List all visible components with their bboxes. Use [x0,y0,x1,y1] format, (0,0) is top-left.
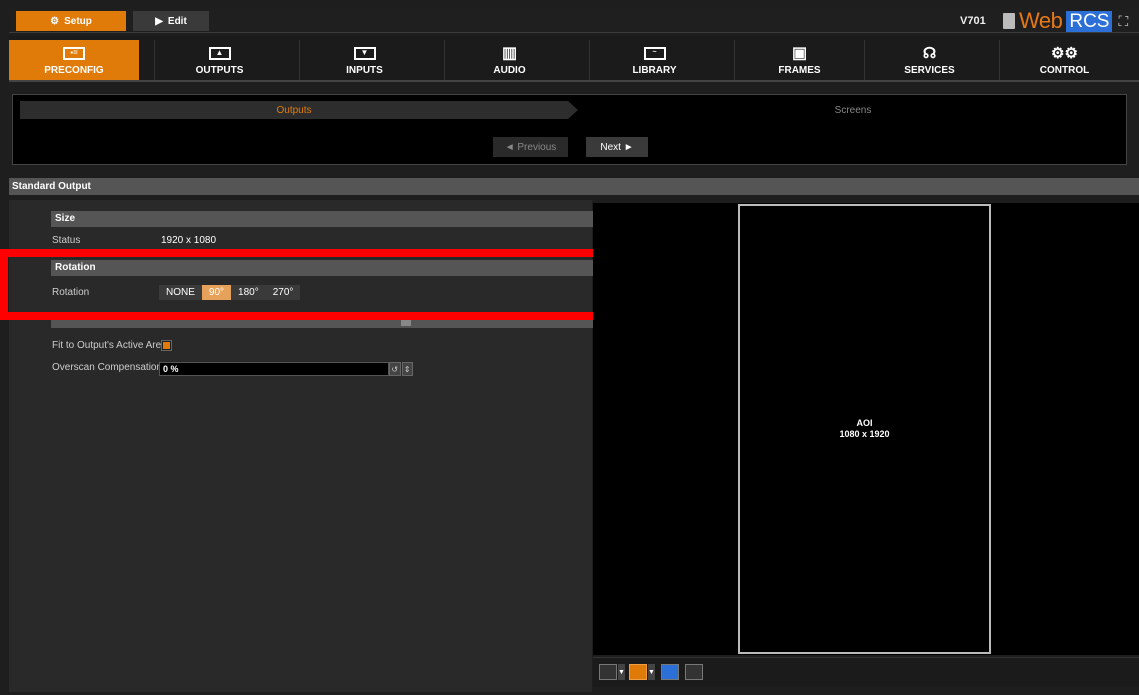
preconfig-icon: ▪= [62,45,86,61]
step-outputs[interactable]: Outputs [20,101,568,119]
overscan-label: Overscan Compensation [52,362,163,373]
version-label: V701 [960,15,986,27]
snap-magnet-icon[interactable] [629,664,647,680]
size-header: Size [51,211,593,227]
nav-label: SERVICES [904,65,955,76]
rotation-180-button[interactable]: 180° [231,285,266,300]
fill-color-icon[interactable] [661,664,679,680]
expand-icon[interactable]: ⛶ [1118,13,1128,30]
setup-label: Setup [64,15,92,27]
nav-preconfig[interactable]: ▪= PRECONFIG [9,40,139,80]
nav-label: OUTPUTS [195,65,244,76]
text-label-icon[interactable] [685,664,703,680]
book-icon[interactable] [1003,13,1015,29]
chevron-down-icon[interactable]: ▼ [618,664,625,680]
next-button[interactable]: Next ► [586,137,648,157]
nav-control[interactable]: ⚙⚙ CONTROL [999,40,1129,80]
step-screens[interactable]: Screens [583,101,1123,119]
logo-rcs-text: RCS [1066,10,1113,32]
outputs-icon: ▲ [208,45,232,61]
nav-services[interactable]: ☊ SERVICES [864,40,994,80]
nav-inputs[interactable]: ▼ INPUTS [299,40,429,80]
services-icon: ☊ [922,45,937,62]
section-title: Standard Output [9,178,1139,195]
step-arrow-icon [568,101,578,119]
aoi-frame[interactable]: AOI 1080 x 1920 [738,204,991,654]
wizard-panel: Outputs Screens ◄ Previous Next ► [12,94,1127,165]
nav-frames[interactable]: ▣ FRAMES [734,40,864,80]
collapse-icon[interactable] [401,319,411,326]
library-icon: ~ [643,45,667,61]
aoi-title: AOI [856,418,873,428]
top-bar: ⚙ Setup ▶ Edit V701 Web RCS ⛶ [9,8,1139,33]
rotation-270-button[interactable]: 270° [266,285,301,300]
rotation-label: Rotation [52,287,90,298]
nav-label: FRAMES [778,65,821,76]
preview-canvas: AOI 1080 x 1920 [593,203,1139,655]
reset-icon[interactable]: ↺ [389,362,401,376]
status-label: Status [52,235,81,246]
audio-icon: ▥ [501,45,518,62]
nav-label: INPUTS [346,65,383,76]
nav-label: CONTROL [1039,65,1090,76]
checkmark-icon [163,342,170,349]
aoi-size: 1080 x 1920 [839,429,890,439]
previous-button[interactable]: ◄ Previous [493,137,568,157]
rotation-selector: NONE 90° 180° 270° [159,285,301,300]
grid-magnet-icon[interactable] [599,664,617,680]
nav-label: PRECONFIG [44,65,104,76]
chevron-down-icon[interactable]: ▼ [648,664,655,680]
frames-icon: ▣ [791,45,808,62]
edit-button[interactable]: ▶ Edit [133,11,209,31]
fit-checkbox[interactable] [161,340,172,351]
fit-label: Fit to Output's Active Area [52,340,167,351]
nav-library[interactable]: ~ LIBRARY [589,40,719,80]
main-nav: ▪= PRECONFIG ▲ OUTPUTS ▼ INPUTS ▥ AUDIO … [9,36,1139,82]
nav-label: LIBRARY [632,65,677,76]
rotation-header: Rotation [51,260,593,276]
obscured-header [51,317,593,328]
overscan-input[interactable]: 0 % [159,362,389,376]
setup-button[interactable]: ⚙ Setup [16,11,126,31]
stepper-arrows-icon[interactable]: ⇕ [401,362,413,376]
edit-label: Edit [167,15,187,27]
rotation-none-button[interactable]: NONE [159,285,202,300]
inputs-icon: ▼ [353,45,377,61]
play-icon: ▶ [155,15,163,27]
logo-web-text: Web [1019,8,1063,33]
rotation-90-button[interactable]: 90° [201,285,232,300]
control-icon: ⚙⚙ [1051,45,1078,62]
output-settings-panel: Size Status 1920 x 1080 Rotation Rotatio… [9,200,593,692]
webrcs-logo: Web RCS ⛶ [1003,8,1128,33]
status-value: 1920 x 1080 [161,235,217,246]
gear-icon: ⚙ [50,15,60,27]
nav-audio[interactable]: ▥ AUDIO [444,40,574,80]
overscan-stepper: ↺ ⇕ [389,362,413,376]
preview-toolbar: ▼ ▼ [593,657,1139,687]
nav-label: AUDIO [493,65,526,76]
nav-outputs[interactable]: ▲ OUTPUTS [154,40,284,80]
